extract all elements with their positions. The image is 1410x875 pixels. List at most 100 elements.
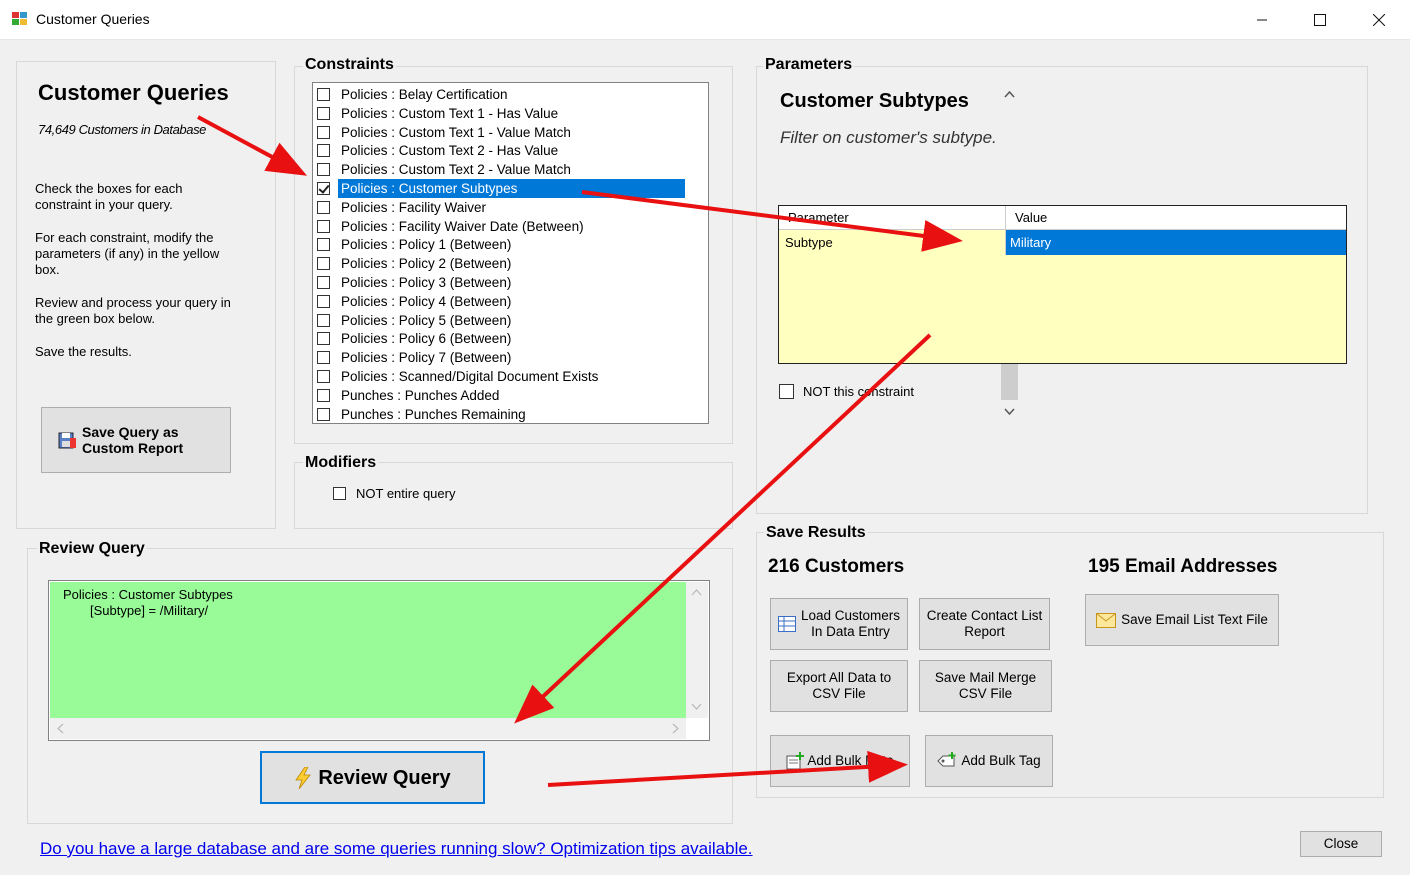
export-all-label-1: Export All Data to (786, 670, 892, 685)
add-bulk-tag-button[interactable]: Add Bulk Tag (925, 735, 1053, 787)
constraint-item[interactable]: Policies : Scanned/Digital Document Exis… (313, 367, 685, 386)
add-note-icon (786, 752, 805, 770)
not-entire-query-checkbox[interactable]: NOT entire query (333, 486, 455, 501)
constraint-item[interactable]: Policies : Policy 5 (Between) (313, 311, 685, 330)
grid-header-row: Parameter Value (779, 206, 1346, 230)
lightning-icon (295, 766, 312, 789)
subtype-value: Military (1010, 235, 1052, 250)
review-hscrollbar[interactable] (50, 718, 686, 739)
grid-cell-value[interactable]: Military (1006, 230, 1346, 255)
constraint-item[interactable]: Policies : Custom Text 1 - Value Match (313, 123, 685, 142)
save-mail-merge-button[interactable]: Save Mail Merge CSV File (919, 660, 1052, 712)
constraint-item[interactable]: Policies : Facility Waiver Date (Between… (313, 217, 685, 236)
constraint-item[interactable]: Policies : Facility Waiver (313, 198, 685, 217)
maximize-button[interactable] (1291, 0, 1349, 39)
constraint-checkbox[interactable] (317, 125, 330, 139)
close-icon (1373, 13, 1385, 26)
review-vscrollbar[interactable] (686, 582, 708, 718)
create-contact-list-button[interactable]: Create Contact List Report (919, 598, 1050, 650)
create-contact-label-1: Create Contact List (926, 608, 1043, 623)
constraint-checkbox[interactable] (317, 200, 330, 214)
customer-count: 74,649 Customers in Database (38, 122, 207, 137)
constraint-checkbox[interactable] (317, 294, 330, 308)
save-email-list-label: Save Email List Text File (1121, 612, 1268, 627)
not-this-constraint-checkbox[interactable]: NOT this constraint (779, 384, 914, 399)
constraint-checkbox[interactable] (317, 313, 330, 327)
maximize-icon (1314, 13, 1326, 26)
constraint-checkbox[interactable] (317, 238, 330, 252)
constraint-checkbox[interactable] (317, 219, 330, 233)
constraint-label: Policies : Policy 4 (Between) (341, 293, 512, 309)
constraint-label: Punches : Punches Added (341, 387, 500, 403)
scroll-right-icon[interactable] (672, 723, 680, 734)
load-customers-label-1: Load Customers (800, 608, 901, 623)
constraints-list[interactable]: Policies : Belay Certification Policies :… (312, 82, 1020, 424)
constraint-label: Policies : Policy 3 (Between) (341, 275, 512, 290)
constraint-checkbox[interactable] (317, 88, 330, 101)
load-customers-button[interactable]: Load Customers In Data Entry (770, 598, 908, 650)
constraint-checkbox[interactable] (317, 276, 330, 289)
not-entire-query-box[interactable] (333, 487, 346, 500)
constraint-item[interactable]: Policies : Custom Text 2 - Has Value (313, 141, 685, 160)
constraint-label: Policies : Facility Waiver Date (Between… (341, 218, 584, 234)
constraint-checkbox[interactable] (317, 257, 330, 271)
scroll-left-icon[interactable] (56, 723, 64, 734)
parameter-description: Filter on customer's subtype. (780, 128, 997, 147)
envelope-icon (1096, 612, 1117, 628)
scroll-up-icon[interactable] (691, 588, 702, 596)
constraint-item[interactable]: Policies : Belay Certification (313, 85, 685, 104)
constraint-item[interactable]: Policies : Policy 7 (Between) (313, 348, 685, 367)
save-email-list-button[interactable]: Save Email List Text File (1085, 594, 1279, 646)
constraint-label: Punches : Punches Remaining (341, 406, 526, 422)
constraint-checkbox[interactable] (317, 163, 330, 177)
constraint-checkbox[interactable] (317, 351, 330, 365)
constraint-item[interactable]: Policies : Custom Text 1 - Has Value (313, 104, 685, 123)
save-query-label-2: Custom Report (82, 440, 184, 456)
grid-icon (777, 616, 796, 632)
constraint-item[interactable]: Policies : Policy 1 (Between) (313, 235, 685, 254)
constraint-checkbox[interactable] (317, 106, 330, 120)
scroll-down-icon[interactable] (691, 703, 702, 711)
save-query-button[interactable]: Save Query as Custom Report (41, 407, 231, 473)
constraint-item[interactable]: Policies : Policy 4 (Between) (313, 292, 685, 311)
constraint-label: Policies : Custom Text 1 - Has Value (341, 105, 559, 121)
instruction-4: Save the results. (35, 344, 132, 359)
not-this-constraint-box[interactable] (779, 384, 794, 399)
constraint-item[interactable]: Policies : Policy 2 (Between) (313, 254, 685, 273)
constraints-title: Constraints (303, 56, 396, 74)
constraint-item[interactable]: Policies : Policy 3 (Between) (313, 273, 685, 292)
constraint-label: Policies : Belay Certification (341, 87, 508, 102)
instruction-2: For each constraint, modify the paramete… (35, 230, 220, 277)
close-button[interactable]: Close (1300, 831, 1382, 857)
grid-row[interactable]: Subtype Military (779, 230, 1346, 255)
constraint-label: Policies : Policy 6 (Between) (341, 331, 512, 347)
review-query-button[interactable]: Review Query (260, 751, 485, 804)
constraint-item[interactable]: Punches : Punches Added (313, 386, 685, 405)
load-customers-label-2: In Data Entry (811, 624, 890, 639)
close-button-label: Close (1323, 836, 1359, 851)
review-query-text-area[interactable]: Policies : Customer Subtypes [Subtype] =… (50, 582, 686, 718)
close-window-button[interactable] (1350, 0, 1408, 39)
constraint-item[interactable]: Policies : Custom Text 2 - Value Match (313, 160, 685, 179)
constraint-item[interactable]: Punches : Punches Remaining (313, 405, 685, 424)
constraint-label: Policies : Custom Text 1 - Value Match (341, 124, 571, 140)
optimization-tips-link[interactable]: Do you have a large database and are som… (40, 839, 753, 859)
constraint-checkbox[interactable] (317, 182, 330, 195)
grid-cell-parameter: Subtype (779, 230, 1006, 255)
add-bulk-note-button[interactable]: Add Bulk Note (770, 735, 910, 787)
constraint-checkbox[interactable] (317, 370, 330, 383)
export-all-label-2: CSV File (812, 686, 866, 701)
review-query-box[interactable]: Policies : Customer Subtypes [Subtype] =… (48, 580, 710, 741)
constraint-item[interactable]: Policies : Policy 6 (Between) (313, 329, 685, 348)
constraint-checkbox[interactable] (317, 388, 330, 402)
add-bulk-note-label: Add Bulk Note (807, 753, 894, 768)
parameter-grid[interactable]: Parameter Value Subtype Military (778, 205, 1347, 364)
title-bar[interactable]: Customer Queries (0, 0, 1410, 40)
constraint-checkbox[interactable] (317, 407, 330, 421)
export-all-data-button[interactable]: Export All Data to CSV File (770, 660, 908, 712)
instruction-3: Review and process your query in the gre… (35, 295, 231, 326)
constraint-checkbox[interactable] (317, 144, 330, 158)
constraint-checkbox[interactable] (317, 332, 330, 346)
minimize-button[interactable] (1233, 0, 1291, 39)
constraint-item[interactable]: Policies : Customer Subtypes (313, 179, 685, 198)
